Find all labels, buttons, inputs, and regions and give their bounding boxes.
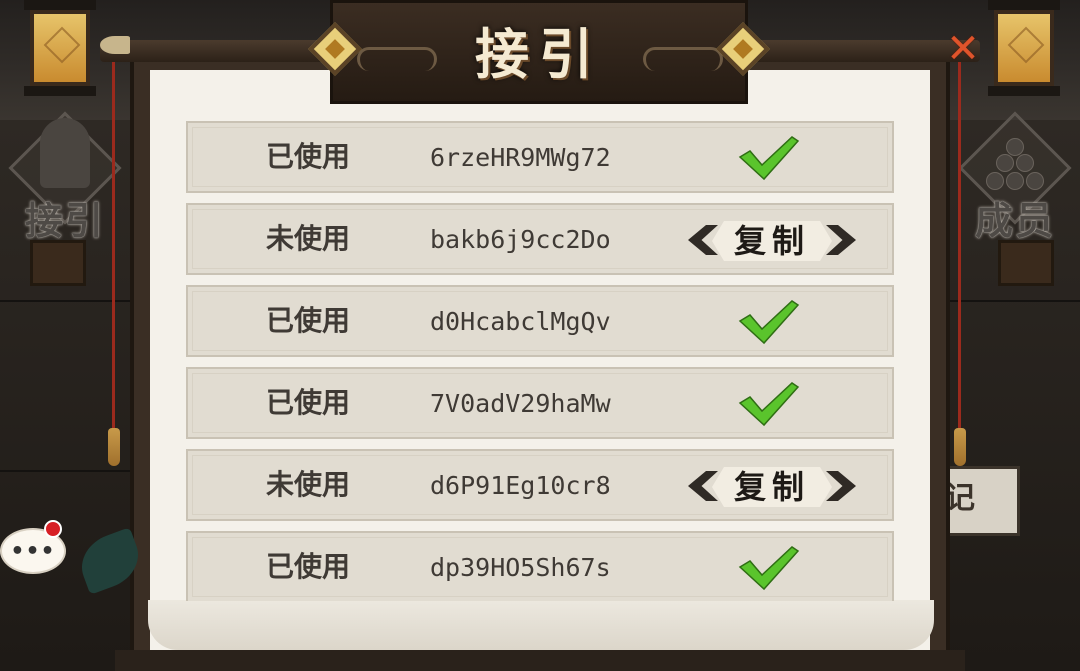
copy-button-label: 复制: [733, 222, 810, 260]
check-icon: [738, 546, 800, 591]
code-row: 已使用 d0HcabclMgQv: [186, 285, 894, 357]
code-status: 已使用: [266, 304, 351, 337]
code-value: 6rzeHR9MWg72: [430, 143, 611, 172]
close-button[interactable]: ✕: [940, 26, 986, 72]
panel-title: 接引: [475, 22, 603, 86]
code-value: 7V0adV29haMw: [430, 389, 611, 418]
code-status: 未使用: [266, 222, 351, 255]
pedestal: [30, 240, 86, 286]
tassel-right: [954, 428, 966, 466]
code-list[interactable]: 已使用 6rzeHR9MWg72 未使用 bakb6j9cc2Do 复制 已使用 d0Hca…: [186, 121, 894, 601]
tassel-left: [108, 428, 120, 466]
code-row: 已使用 dp39HO5Sh67s: [186, 531, 894, 601]
code-status: 已使用: [266, 140, 351, 173]
chat-label: •••: [10, 538, 56, 564]
code-status: 已使用: [266, 386, 351, 419]
notification-dot: [44, 520, 62, 538]
code-value: bakb6j9cc2Do: [430, 225, 611, 254]
check-icon: [738, 300, 800, 345]
lantern-right: [982, 0, 1066, 96]
code-row: 已使用 7V0adV29haMw: [186, 367, 894, 439]
floor-line: [950, 300, 1080, 302]
members-icon: [982, 138, 1048, 194]
pedestal: [998, 240, 1054, 286]
floor-line: [0, 300, 130, 302]
code-row: 未使用 d6P91Eg10cr8 复制: [186, 449, 894, 521]
code-value: d0HcabclMgQv: [430, 307, 611, 336]
side-nav-members-label: 成员: [974, 198, 1055, 243]
copy-button[interactable]: 复制: [684, 219, 860, 263]
rope-right: [958, 60, 961, 430]
copy-button-label: 复制: [733, 468, 810, 506]
floor-line: [0, 470, 130, 472]
side-nav-recruit[interactable]: 接引: [8, 108, 122, 258]
copy-button[interactable]: 复制: [684, 465, 860, 509]
code-row: 已使用 6rzeHR9MWg72: [186, 121, 894, 193]
rope-left: [112, 60, 115, 430]
lantern-left: [18, 0, 102, 96]
panel-base: [115, 650, 965, 671]
side-nav-members[interactable]: 成员: [958, 108, 1072, 258]
close-icon: ✕: [946, 26, 980, 72]
code-value: d6P91Eg10cr8: [430, 471, 611, 500]
code-status: 已使用: [266, 550, 351, 583]
check-icon: [738, 136, 800, 181]
code-row: 未使用 bakb6j9cc2Do 复制: [186, 203, 894, 275]
side-nav-recruit-label: 接引: [24, 198, 105, 243]
warrior-icon: [40, 118, 90, 188]
record-button[interactable]: 记: [940, 466, 1020, 536]
check-icon: [738, 382, 800, 427]
code-value: dp39HO5Sh67s: [430, 553, 611, 582]
code-list-inner: 已使用 6rzeHR9MWg72 未使用 bakb6j9cc2Do 复制 已使用 d0Hca…: [186, 121, 894, 601]
code-status: 未使用: [266, 468, 351, 501]
paper-roll-bottom: [148, 600, 934, 650]
